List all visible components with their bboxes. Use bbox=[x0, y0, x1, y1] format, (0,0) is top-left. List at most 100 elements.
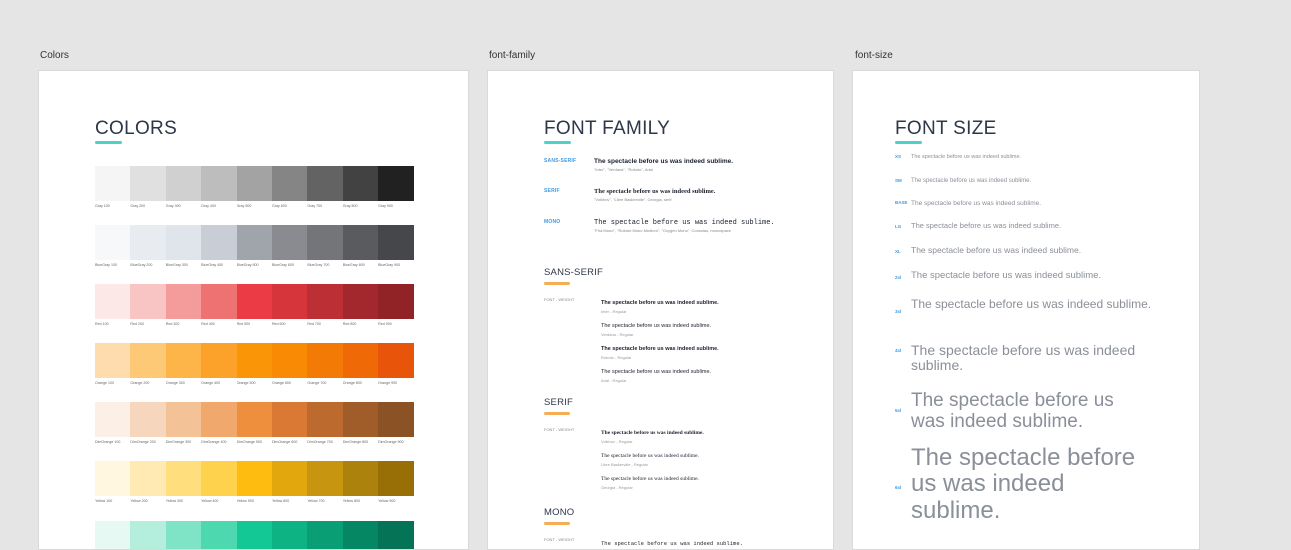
palette-row: Orange 100 Orange 200 Orange 300 Orange 400… bbox=[95, 343, 414, 385]
swatch-label: BlueGray 900 bbox=[378, 263, 401, 267]
swatch-cell: Red 400 bbox=[201, 284, 237, 326]
color-swatch[interactable] bbox=[165, 284, 202, 319]
color-swatch[interactable] bbox=[378, 521, 414, 549]
color-swatch[interactable] bbox=[130, 225, 166, 260]
swatch-cell: Orange 800 bbox=[342, 343, 379, 385]
color-swatch[interactable] bbox=[342, 284, 379, 319]
color-swatch[interactable] bbox=[130, 284, 166, 319]
color-swatch[interactable] bbox=[342, 166, 379, 201]
color-swatch[interactable] bbox=[95, 343, 131, 378]
swatch-cell: BlueGray 700 bbox=[307, 225, 343, 267]
frame-label-colors[interactable]: Colors bbox=[40, 50, 69, 61]
frame-label-font-size[interactable]: font-size bbox=[855, 50, 893, 61]
color-swatch[interactable] bbox=[271, 284, 308, 319]
color-swatch[interactable] bbox=[307, 284, 343, 319]
color-swatch[interactable] bbox=[165, 166, 202, 201]
color-swatch[interactable] bbox=[130, 402, 166, 437]
color-swatch[interactable] bbox=[130, 343, 166, 378]
color-swatch[interactable] bbox=[236, 461, 272, 496]
font-section-underline bbox=[544, 412, 570, 415]
swatch-label: BlueGray 700 bbox=[307, 263, 330, 267]
color-swatch[interactable] bbox=[236, 343, 272, 378]
color-swatch[interactable] bbox=[201, 284, 237, 319]
swatch-label: Red 100 bbox=[95, 322, 109, 326]
color-swatch[interactable] bbox=[130, 461, 166, 496]
color-swatch[interactable] bbox=[378, 461, 414, 496]
font-size-key: SM bbox=[895, 178, 902, 183]
swatch-label: DimOrange 300 bbox=[165, 440, 192, 444]
font-size-heading: FONT SIZE bbox=[895, 118, 997, 139]
swatch-cell: BlueGray 200 bbox=[130, 225, 166, 267]
color-swatch[interactable] bbox=[307, 402, 343, 437]
color-swatch[interactable] bbox=[165, 402, 202, 437]
swatch-label: Orange 500 bbox=[236, 381, 256, 385]
color-swatch[interactable] bbox=[307, 166, 343, 201]
swatch-label: Gray 100 bbox=[95, 204, 110, 208]
color-swatch[interactable] bbox=[201, 521, 237, 549]
color-swatch[interactable] bbox=[165, 461, 202, 496]
color-swatch[interactable] bbox=[307, 521, 343, 549]
color-swatch[interactable] bbox=[95, 521, 131, 549]
color-swatch[interactable] bbox=[378, 284, 414, 319]
swatch-label: Gray 700 bbox=[307, 204, 323, 208]
font-family-frame[interactable]: FONT FAMILY SANS-SERIF The spectacle befo… bbox=[487, 70, 834, 550]
color-swatch[interactable] bbox=[342, 343, 379, 378]
color-swatch[interactable] bbox=[378, 225, 414, 260]
colors-frame[interactable]: COLORS Gray 100 Gray 200 Gray 300 Gray 400 G… bbox=[38, 70, 469, 550]
color-swatch[interactable] bbox=[201, 225, 237, 260]
color-swatch[interactable] bbox=[378, 402, 414, 437]
color-swatch[interactable] bbox=[165, 343, 202, 378]
color-swatch[interactable] bbox=[130, 166, 166, 201]
color-swatch[interactable] bbox=[271, 461, 308, 496]
color-swatch[interactable] bbox=[271, 225, 308, 260]
color-swatch[interactable] bbox=[236, 225, 272, 260]
color-swatch[interactable] bbox=[201, 461, 237, 496]
color-swatch[interactable] bbox=[165, 521, 202, 549]
color-swatch[interactable] bbox=[307, 225, 343, 260]
color-swatch[interactable] bbox=[165, 225, 202, 260]
color-swatch[interactable] bbox=[201, 402, 237, 437]
color-swatch[interactable] bbox=[236, 402, 272, 437]
color-swatch[interactable] bbox=[378, 343, 414, 378]
color-swatch[interactable] bbox=[95, 461, 131, 496]
swatch-cell: Orange 200 bbox=[130, 343, 166, 385]
swatch-label: Gray 200 bbox=[130, 204, 146, 208]
swatch-label: Red 800 bbox=[342, 322, 357, 326]
font-size-sample: The spectacle before us was indeed subli… bbox=[911, 245, 1082, 255]
color-swatch[interactable] bbox=[130, 521, 166, 549]
color-swatch[interactable] bbox=[271, 166, 308, 201]
color-swatch[interactable] bbox=[342, 225, 379, 260]
color-swatch[interactable] bbox=[236, 521, 272, 549]
color-swatch[interactable] bbox=[342, 402, 379, 437]
color-swatch[interactable] bbox=[201, 343, 237, 378]
swatch-label: BlueGray 100 bbox=[95, 263, 117, 267]
swatch-cell: BlueGray 400 bbox=[201, 225, 237, 267]
font-section-underline bbox=[544, 282, 570, 285]
color-swatch[interactable] bbox=[271, 402, 308, 437]
color-swatch[interactable] bbox=[236, 166, 272, 201]
swatch-label: DimOrange 200 bbox=[130, 440, 156, 444]
swatch-cell: Yellow 100 bbox=[95, 461, 131, 503]
color-swatch[interactable] bbox=[201, 166, 237, 201]
color-swatch[interactable] bbox=[307, 461, 343, 496]
color-swatch[interactable] bbox=[271, 343, 308, 378]
color-swatch[interactable] bbox=[342, 461, 379, 496]
swatch-label: BlueGray 500 bbox=[236, 263, 259, 267]
color-swatch[interactable] bbox=[271, 521, 308, 549]
swatch-cell: Orange 300 bbox=[165, 343, 202, 385]
color-swatch[interactable] bbox=[236, 284, 272, 319]
swatch-cell: Orange 100 bbox=[95, 343, 131, 385]
frame-label-font-family[interactable]: font-family bbox=[489, 50, 535, 61]
color-swatch[interactable] bbox=[95, 402, 131, 437]
color-swatch[interactable] bbox=[307, 343, 343, 378]
color-swatch[interactable] bbox=[95, 284, 131, 319]
color-swatch[interactable] bbox=[95, 225, 131, 260]
font-size-frame[interactable]: FONT SIZE XS The spectacle before us was … bbox=[852, 70, 1200, 550]
swatch-cell: Gray 100 bbox=[95, 166, 131, 208]
color-swatch[interactable] bbox=[378, 166, 414, 201]
swatch-cell: Red 800 bbox=[342, 284, 379, 326]
color-swatch[interactable] bbox=[342, 521, 379, 549]
font-weight-name: Libre Baskerville - Regular bbox=[601, 462, 648, 467]
swatch-cell: Gray 700 bbox=[307, 166, 343, 208]
color-swatch[interactable] bbox=[95, 166, 131, 201]
